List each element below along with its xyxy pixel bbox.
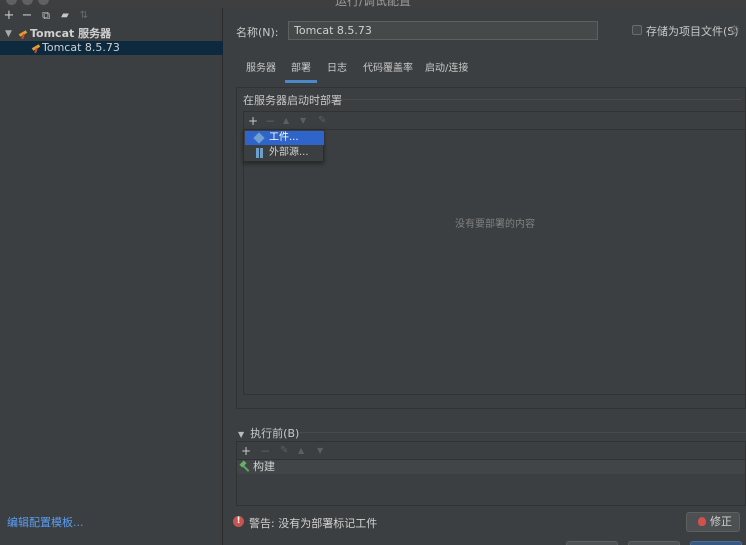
popup-item-label: 外部源...: [269, 147, 309, 158]
deployment-list-toolbar: + − ▲ ▼ ✎: [244, 112, 746, 130]
divider: [300, 432, 746, 433]
store-as-project-file-checkbox[interactable]: [632, 25, 642, 35]
add-deployment-popup: 工件... 外部源...: [243, 129, 324, 162]
artifact-icon: [253, 132, 265, 144]
window-title-bar: 运行/调试配置: [0, 0, 746, 8]
before-launch-label: 执行前(B): [250, 427, 300, 440]
move-up-button[interactable]: ▲: [283, 114, 289, 128]
popup-item-external-source[interactable]: 外部源...: [245, 146, 324, 160]
tree-group-label: Tomcat 服务器: [30, 27, 112, 40]
list-item[interactable]: 构建: [237, 460, 745, 474]
cancel-button[interactable]: [566, 541, 618, 545]
tab-code-coverage[interactable]: 代码覆盖率: [363, 61, 413, 83]
tree-item-label: Tomcat 8.5.73: [42, 41, 120, 54]
name-input[interactable]: Tomcat 8.5.73: [288, 21, 598, 40]
tab-deployment[interactable]: 部署: [285, 61, 317, 83]
before-launch-toolbar: + − ✎ ▲ ▼: [237, 442, 745, 460]
deploy-heading: 在服务器启动时部署: [243, 94, 342, 107]
tab-logs[interactable]: 日志: [327, 61, 347, 83]
tomcat-icon: [18, 29, 28, 39]
warning-message: 警告: 没有为部署标记工件: [249, 517, 378, 530]
add-deployment-button[interactable]: +: [248, 114, 258, 128]
before-launch-list[interactable]: + − ✎ ▲ ▼ 构建: [236, 441, 746, 506]
popup-item-artifact[interactable]: 工件...: [245, 131, 324, 145]
store-as-project-file-label[interactable]: 存储为项目文件(S): [646, 23, 739, 39]
external-source-icon: [256, 148, 263, 158]
remove-task-button[interactable]: −: [260, 444, 270, 458]
configuration-tree-panel: + − ⧉ ▰ ⇅ ▼ Tomcat 服务器 Tomcat 8.5.73 编辑配…: [0, 8, 223, 545]
divider: [337, 99, 741, 100]
empty-list-message: 没有要部署的内容: [455, 219, 535, 230]
copy-configuration-button[interactable]: ⧉: [39, 9, 53, 23]
edit-configuration-templates-link[interactable]: 编辑配置模板...: [7, 514, 84, 530]
fix-button-label: 修正: [710, 515, 732, 528]
add-configuration-button[interactable]: +: [2, 9, 16, 23]
chevron-down-icon[interactable]: ▼: [238, 430, 244, 439]
popup-item-label: 工件...: [269, 132, 299, 143]
move-task-down-button[interactable]: ▼: [317, 444, 323, 458]
error-icon: !: [233, 516, 244, 527]
move-to-folder-button[interactable]: ▰: [58, 9, 72, 23]
configuration-editor-panel: 名称(N): Tomcat 8.5.73 存储为项目文件(S) ⚙ 服务器 部署…: [224, 8, 746, 545]
remove-deployment-button[interactable]: −: [265, 114, 275, 128]
fix-button[interactable]: 修正: [686, 512, 740, 532]
tomcat-icon: [31, 43, 41, 53]
tab-startup-connection[interactable]: 启动/连接: [425, 61, 468, 83]
chevron-down-icon[interactable]: ▼: [5, 27, 12, 41]
tree-item-tomcat-8-5-73[interactable]: Tomcat 8.5.73: [0, 41, 223, 55]
name-label: 名称(N):: [236, 26, 279, 39]
before-launch-heading[interactable]: ▼ 执行前(B): [238, 425, 299, 441]
move-task-up-button[interactable]: ▲: [298, 444, 304, 458]
tab-server[interactable]: 服务器: [246, 61, 276, 83]
add-task-button[interactable]: +: [241, 444, 251, 458]
task-label: 构建: [253, 460, 275, 473]
move-down-button[interactable]: ▼: [300, 114, 306, 128]
ok-button[interactable]: [690, 541, 742, 545]
tree-toolbar: + − ⧉ ▰ ⇅: [0, 8, 222, 26]
remove-configuration-button[interactable]: −: [20, 9, 34, 23]
sort-configurations-button[interactable]: ⇅: [77, 9, 91, 23]
bulb-icon: [698, 517, 706, 526]
hammer-icon: [240, 462, 250, 472]
tree-group-tomcat[interactable]: ▼ Tomcat 服务器: [0, 27, 223, 41]
gear-icon[interactable]: ⚙: [729, 24, 741, 36]
window-title: 运行/调试配置: [334, 0, 412, 8]
edit-task-button[interactable]: ✎: [280, 444, 288, 458]
apply-button[interactable]: [628, 541, 680, 545]
edit-deployment-button[interactable]: ✎: [318, 114, 326, 128]
